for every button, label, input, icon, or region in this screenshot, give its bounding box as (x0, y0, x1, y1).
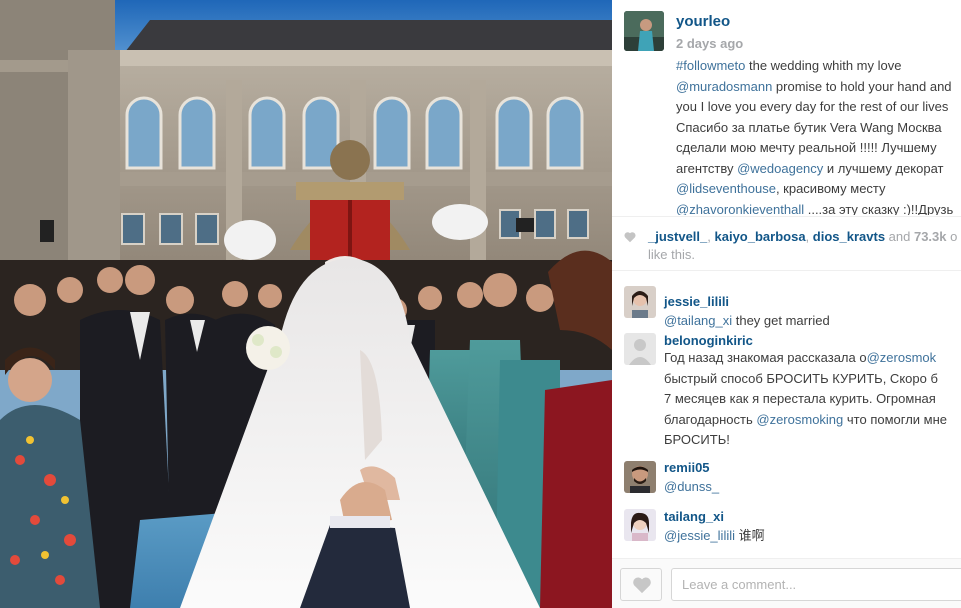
caption-line: @lidseventhouse, красивому месту (676, 179, 961, 200)
mention-link[interactable]: @jessie_lilili (664, 528, 735, 543)
avatar-image (624, 509, 656, 541)
post-photo[interactable] (0, 0, 612, 608)
caption-line: you I love you every day for the rest of… (676, 99, 949, 114)
comment-body: что помогли мне (843, 411, 948, 427)
liker-link[interactable]: dios_kravts (813, 229, 885, 244)
mention-link[interactable]: @lidseventhouse (676, 181, 776, 196)
mention-link[interactable]: @zhavoronkieventhall (676, 202, 804, 216)
comment-text: @tailang_xi they get married (664, 311, 961, 332)
likes-text: _justvell_, kaiyo_barbosa, dios_kravts a… (648, 228, 961, 264)
comment-item: jessie_lilili @tailang_xi they get marri… (612, 282, 961, 330)
comment-body: they get married (732, 313, 830, 328)
comment-body: Год назад знакомая рассказала о (664, 350, 867, 365)
comment-line: благодарность @zerosmoking что помогли м… (664, 410, 961, 431)
caption-line: сделали мою мечту реальной !!!!! Лучшему (676, 140, 937, 155)
post-timestamp: 2 days ago (676, 36, 744, 51)
comment-body: 谁啊 (735, 528, 765, 543)
mention-link[interactable]: @zerosmoking (756, 412, 843, 427)
avatar[interactable] (624, 509, 656, 541)
comment-username[interactable]: jessie_lilili (664, 294, 729, 309)
comment-line: @dunss_ (664, 477, 961, 498)
comment-text: @dunss_ (664, 477, 961, 498)
heart-icon (633, 577, 651, 594)
wedding-photo (0, 0, 612, 608)
comment-line: 7 месяцев как я перестала курить. Огромн… (664, 391, 936, 406)
caption-line: @muradosmann promise to hold your hand a… (676, 77, 961, 98)
caption-text: , красивому месту (775, 181, 886, 196)
post-caption: #followmeto the wedding whith my love @m… (676, 56, 961, 215)
likes-separator: , (707, 229, 715, 244)
comment-username[interactable]: belonoginkiric (664, 333, 753, 348)
avatar[interactable] (624, 286, 656, 318)
post-sidebar: yourleo 2 days ago #followmeto the weddi… (612, 0, 961, 608)
comment-line: быстрый способ БРОСИТЬ КУРИТЬ, Скоро б (664, 370, 938, 386)
comment-body: благодарность (664, 411, 757, 427)
post-username[interactable]: yourleo (676, 13, 730, 30)
caption-text: агентству (676, 160, 738, 176)
comment-line: БРОСИТЬ! (664, 432, 730, 447)
caption-line: агентству @wedoagency и лучшему декорат (676, 159, 961, 180)
mention-link[interactable]: @tailang_xi (664, 313, 732, 328)
likes-suffix: like this. (648, 247, 695, 262)
comment-text: Год назад знакомая рассказала о@zerosmok… (664, 348, 961, 451)
post-header: yourleo 2 days ago #followmeto the weddi… (612, 0, 961, 215)
like-button[interactable] (620, 568, 662, 601)
comment-list[interactable]: jessie_lilili @tailang_xi they get marri… (612, 272, 961, 558)
caption-line: Спасибо за платье бутик Vera Wang Москва (676, 119, 942, 135)
comment-bar (612, 558, 961, 608)
caption-text: ....за эту сказку :)!!Друзь (804, 201, 954, 216)
caption-text: и лучшему декорат (823, 160, 944, 176)
avatar-image (624, 461, 656, 493)
comment-text: @jessie_lilili 谁啊 (664, 526, 961, 547)
comment-input[interactable] (671, 568, 961, 601)
caption-text: promise to hold your hand and (772, 78, 952, 94)
comment-line: @tailang_xi they get married (664, 311, 961, 332)
caption-text: the wedding whith my love (745, 58, 902, 73)
likes-summary: _justvell_, kaiyo_barbosa, dios_kravts a… (612, 216, 961, 271)
likes-count[interactable]: 73.3k (914, 229, 947, 244)
likes-tail: o (946, 229, 958, 244)
mention-link[interactable]: @wedoagency (737, 161, 823, 176)
mention-link[interactable]: @zerosmok (867, 350, 937, 365)
caption-line: @zhavoronkieventhall ....за эту сказку :… (676, 200, 961, 216)
avatar[interactable] (624, 333, 656, 365)
mention-link[interactable]: @dunss_ (664, 479, 719, 494)
avatar-image (624, 11, 664, 51)
heart-icon (624, 232, 636, 243)
comment-username[interactable]: tailang_xi (664, 509, 724, 524)
avatar-image (624, 286, 656, 318)
avatar[interactable] (624, 461, 656, 493)
caption-line: #followmeto the wedding whith my love (676, 56, 961, 77)
hashtag-link[interactable]: #followmeto (676, 58, 745, 73)
liker-link[interactable]: _justvell_ (648, 229, 707, 244)
comment-line: Год назад знакомая рассказала о@zerosmok (664, 348, 961, 369)
default-avatar-icon (624, 333, 656, 365)
likes-and: and (885, 229, 914, 244)
comment-username[interactable]: remii05 (664, 460, 710, 475)
avatar[interactable] (624, 11, 664, 51)
comment-line: @jessie_lilili 谁啊 (664, 526, 961, 547)
comment-item: tailang_xi @jessie_lilili 谁啊 (612, 507, 961, 555)
comment-item: belonoginkiric Год назад знакомая расска… (612, 331, 961, 461)
liker-link[interactable]: kaiyo_barbosa (715, 229, 806, 244)
comment-item: remii05 @dunss_ (612, 459, 961, 507)
likes-separator: , (805, 229, 813, 244)
mention-link[interactable]: @muradosmann (676, 79, 772, 94)
